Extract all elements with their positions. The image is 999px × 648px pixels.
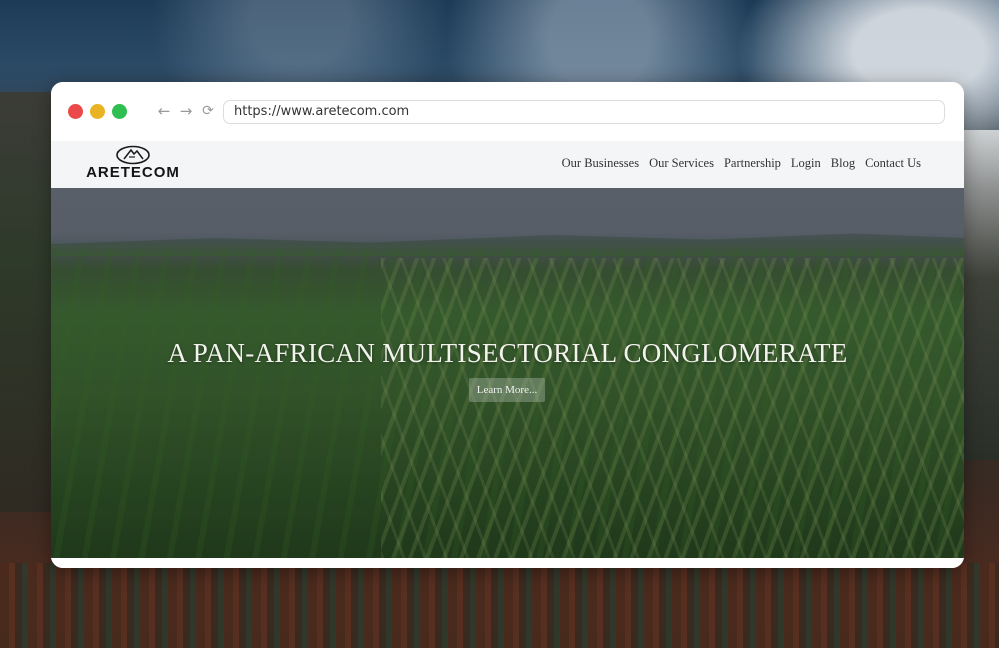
browser-window: ← → ⟳ https://www.aretecom.com ARETECOM … <box>51 82 964 568</box>
maximize-window-dot[interactable] <box>112 104 127 119</box>
nav-item-our-businesses[interactable]: Our Businesses <box>562 156 639 171</box>
hero-banner: A PAN-AFRICAN MULTISECTORIAL CONGLOMERAT… <box>51 188 964 558</box>
address-bar[interactable]: https://www.aretecom.com <box>223 100 945 124</box>
main-nav: Our Businesses Our Services Partnership … <box>562 156 921 171</box>
logo-emblem-icon <box>116 145 150 165</box>
address-bar-url: https://www.aretecom.com <box>234 104 410 119</box>
arrow-left-icon[interactable]: ← <box>155 102 173 120</box>
minimize-window-dot[interactable] <box>90 104 105 119</box>
learn-more-button[interactable]: Learn More... <box>469 378 545 402</box>
hero-overlay <box>51 188 964 558</box>
site-logo[interactable]: ARETECOM <box>77 145 189 183</box>
close-window-dot[interactable] <box>68 104 83 119</box>
nav-item-blog[interactable]: Blog <box>831 156 855 171</box>
site-header: ARETECOM Our Businesses Our Services Par… <box>51 141 964 188</box>
nav-item-our-services[interactable]: Our Services <box>649 156 714 171</box>
nav-item-partnership[interactable]: Partnership <box>724 156 781 171</box>
hero-title: A PAN-AFRICAN MULTISECTORIAL CONGLOMERAT… <box>167 338 848 368</box>
background-forest <box>0 563 999 648</box>
browser-bottom-strip <box>51 558 964 568</box>
browser-toolbar: ← → ⟳ https://www.aretecom.com <box>51 82 964 141</box>
nav-item-contact-us[interactable]: Contact Us <box>865 156 921 171</box>
reload-icon[interactable]: ⟳ <box>199 102 217 120</box>
nav-item-login[interactable]: Login <box>791 156 821 171</box>
logo-wordmark: ARETECOM <box>86 164 180 181</box>
arrow-right-icon[interactable]: → <box>177 102 195 120</box>
